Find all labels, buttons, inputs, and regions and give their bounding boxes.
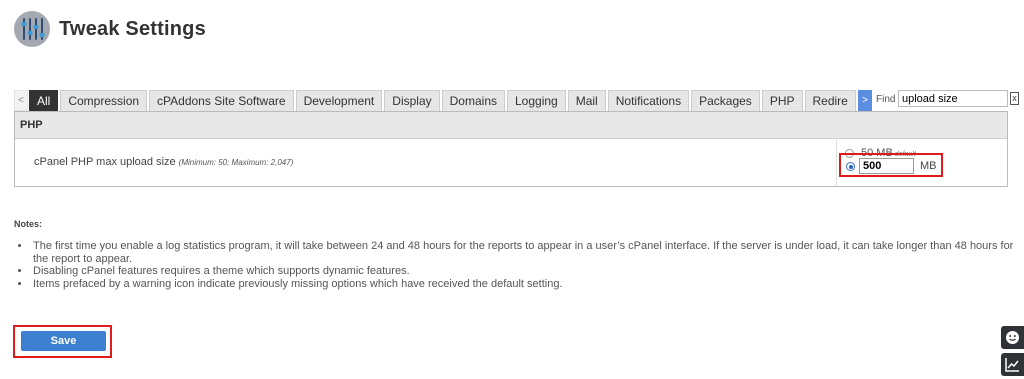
note-item: The first time you enable a log statisti… [31,240,1024,265]
notes-title: Notes: [14,219,43,229]
tab-cpaddons-site-software[interactable]: cPAddons Site Software [149,90,294,111]
save-highlight: Save [13,325,112,358]
tabs-scroll-right-button[interactable]: > [858,90,872,111]
tab-packages[interactable]: Packages [691,90,760,111]
find-input[interactable] [898,90,1008,107]
smiley-icon[interactable] [1001,326,1024,349]
tab-development[interactable]: Development [295,90,383,111]
find-label: Find [876,94,896,105]
tab-all[interactable]: All [29,90,59,111]
tabs-scroll-left-button[interactable]: < [14,90,28,111]
note-item: Items prefaced by a warning icon indicat… [31,278,1024,291]
php-settings-panel: PHP cPanel PHP max upload size (Minimum: … [14,111,1008,187]
clear-search-button[interactable]: x [1010,92,1019,105]
tab-redirects[interactable]: Redire [804,90,856,111]
custom-value-highlight: MB [839,153,943,177]
setting-control: 50 MBdefault MB [836,138,1008,186]
tabs-list: All Compression cPAddons Site Software Deve… [29,90,858,111]
tab-logging[interactable]: Logging [507,90,566,111]
setting-range-hint: (Minimum: 50; Maximum: 2,047) [178,158,294,167]
page-header: Tweak Settings [14,10,206,48]
setting-name: cPanel PHP max upload size [34,156,176,168]
tab-domains[interactable]: Domains [441,90,505,111]
setting-label: cPanel PHP max upload size (Minimum: 50; … [34,156,293,168]
section-title: PHP [15,112,1007,139]
page-title: Tweak Settings [59,17,206,40]
save-button[interactable]: Save [21,331,106,351]
notes-list: The first time you enable a log statisti… [16,240,1024,290]
tab-notifications[interactable]: Notifications [607,90,690,111]
tab-display[interactable]: Display [384,90,440,111]
tab-mail[interactable]: Mail [567,90,606,111]
unit-label: MB [920,160,937,172]
upload-size-input[interactable] [859,158,914,174]
category-tabs-bar: < All Compression cPAddons Site Software De… [14,90,1019,111]
sliders-icon [14,11,50,47]
custom-radio[interactable] [846,162,855,171]
tab-compression[interactable]: Compression [60,90,148,111]
note-item: Disabling cPanel features requires a the… [31,265,1024,278]
trend-chart-icon[interactable] [1001,353,1024,376]
tab-php[interactable]: PHP [761,90,803,111]
